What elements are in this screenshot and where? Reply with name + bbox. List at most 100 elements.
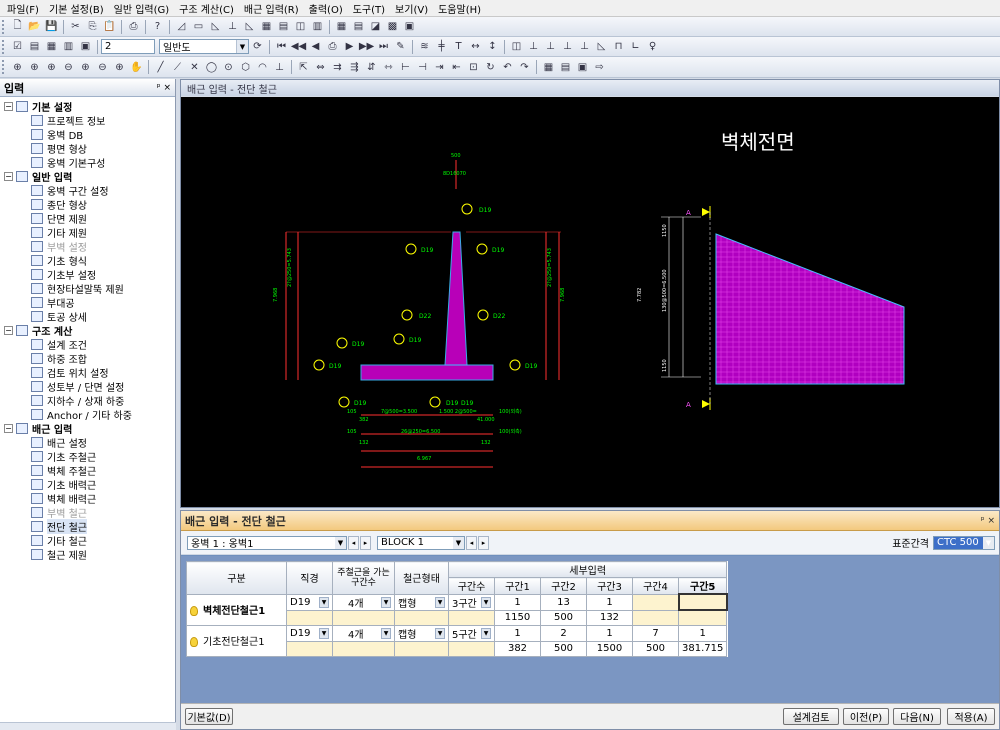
tree-category[interactable]: − 구조 계산 <box>0 323 175 338</box>
row-name-cell[interactable]: 기초전단철근1 <box>186 624 287 657</box>
menu-help[interactable]: 도움말(H) <box>433 1 486 16</box>
first-page-icon[interactable]: ⏮ <box>274 39 289 54</box>
export-icon[interactable]: ◪ <box>368 19 383 34</box>
menu-general-input[interactable]: 일반 입력(G) <box>109 1 175 16</box>
footing-dist-icon[interactable]: ⊥ <box>577 39 592 54</box>
cell-input[interactable]: 1150 <box>494 609 541 626</box>
wall-dist-icon[interactable]: ⊥ <box>560 39 575 54</box>
refresh-icon[interactable]: ⟳ <box>250 39 265 54</box>
cell-input[interactable]: 13 <box>540 593 587 611</box>
result-icon[interactable]: ▥ <box>310 19 325 34</box>
tree-item[interactable]: 부대공 <box>0 295 175 310</box>
cell-input[interactable]: 2 <box>540 624 587 642</box>
cell-input[interactable]: 1 <box>586 593 633 611</box>
list-view-icon[interactable]: ▤ <box>558 60 573 75</box>
rebar-spec-icon[interactable]: ♀ <box>645 39 660 54</box>
next-button[interactable]: 다음(N) <box>893 708 941 725</box>
tree-item[interactable]: 부벽 철근 <box>0 505 175 520</box>
tree-item[interactable]: 기초 배력근 <box>0 477 175 492</box>
undo-icon[interactable]: ↶ <box>500 60 515 75</box>
other-rebar-icon[interactable]: ∟ <box>628 39 643 54</box>
tree-item[interactable]: 기타 철근 <box>0 533 175 548</box>
tree-item[interactable]: 하중 조합 <box>0 351 175 366</box>
copy-icon[interactable]: ⎘ <box>85 19 100 34</box>
prev-wall-button[interactable]: ◂ <box>348 535 359 550</box>
zoom-out-icon[interactable]: ⊖ <box>61 60 76 75</box>
save-icon[interactable]: 💾 <box>44 19 59 34</box>
default-button[interactable]: 기본값(D) <box>185 708 233 725</box>
block-select[interactable]: BLOCK 1 ▼ <box>377 535 465 550</box>
move-icon[interactable]: ⇔ <box>313 60 328 75</box>
drawing-style-combo[interactable]: 일반도 ▼ <box>159 39 249 54</box>
cell-input[interactable] <box>632 593 679 611</box>
select-icon[interactable]: ⇱ <box>296 60 311 75</box>
spacing-select[interactable]: CTC 500 ▼ <box>933 535 995 550</box>
grid-icon[interactable]: ╪ <box>434 39 449 54</box>
print-icon[interactable]: ⎙ <box>126 19 141 34</box>
drawing-c-icon[interactable]: ▣ <box>78 39 93 54</box>
cell-input[interactable]: 500 <box>632 640 679 657</box>
menu-basic-settings[interactable]: 기본 설정(B) <box>44 1 109 16</box>
document-icon[interactable]: ▣ <box>402 19 417 34</box>
drawing-canvas[interactable]: 벽체전면 500 8D16070 7.968 2?@250=5.743 2?@2… <box>181 97 999 507</box>
tree-item[interactable]: 벽체 배력근 <box>0 491 175 506</box>
prev-button[interactable]: 이전(P) <box>843 708 889 725</box>
circle-icon[interactable]: ◯ <box>204 60 219 75</box>
design-check-button[interactable]: 설계검토 <box>783 708 839 725</box>
cell-input[interactable]: 1 <box>494 593 541 611</box>
tree-item[interactable]: 벽체 주철근 <box>0 463 175 478</box>
help-icon[interactable]: ? <box>150 19 165 34</box>
open-folder-icon[interactable]: 📂 <box>27 19 42 34</box>
tree-item[interactable]: 옹벽 기본구성 <box>0 155 175 170</box>
layer-icon[interactable]: ▤ <box>27 39 42 54</box>
tree-item[interactable]: 설계 조건 <box>0 337 175 352</box>
next-icon[interactable]: ▶ <box>342 39 357 54</box>
wall-rebar-icon[interactable]: ⊥ <box>526 39 541 54</box>
zoom-realtime-icon[interactable]: ⊕ <box>112 60 127 75</box>
array-icon[interactable]: ⇵ <box>364 60 379 75</box>
print-preview-icon[interactable]: ⎙ <box>325 39 340 54</box>
layer-number-combo[interactable]: 2 <box>101 39 155 54</box>
tree-item[interactable]: 프로젝트 정보 <box>0 113 175 128</box>
cell-input[interactable]: 1500 <box>586 640 633 657</box>
tree-item[interactable]: 평면 형상 <box>0 141 175 156</box>
stretch-icon[interactable]: ⇤ <box>449 60 464 75</box>
polyline-icon[interactable]: ⟋ <box>170 60 185 75</box>
cell-input[interactable]: 1 <box>586 624 633 642</box>
menu-output[interactable]: 출력(O) <box>304 1 348 16</box>
pin-close-icon[interactable]: ᵖ × <box>157 83 171 93</box>
trim-icon[interactable]: ⊢ <box>398 60 413 75</box>
dia-select[interactable]: D19 ▼ <box>286 624 333 642</box>
dimension-b-icon[interactable]: ↕ <box>485 39 500 54</box>
zoom-in-icon[interactable]: ⊕ <box>44 60 59 75</box>
cell-input[interactable]: 1 <box>494 624 541 642</box>
tree-item[interactable]: 기초부 설정 <box>0 267 175 282</box>
dia-select[interactable]: D19 ▼ <box>286 593 333 611</box>
tree-category[interactable]: − 기본 설정 <box>0 99 175 114</box>
rotate-icon[interactable]: ↻ <box>483 60 498 75</box>
wall-select[interactable]: 옹벽 1 : 옹벽1 ▼ <box>187 535 347 550</box>
next-block-button[interactable]: ▸ <box>478 535 489 550</box>
extend-icon[interactable]: ⊣ <box>415 60 430 75</box>
sections-select[interactable]: 3구간 ▼ <box>448 593 495 611</box>
tree-category[interactable]: − 일반 입력 <box>0 169 175 184</box>
wall-section-icon[interactable]: ◿ <box>174 19 189 34</box>
pan-hand-icon[interactable]: ✋ <box>129 60 144 75</box>
load-icon[interactable]: ◫ <box>293 19 308 34</box>
wall-front-icon[interactable]: ◫ <box>509 39 524 54</box>
align-icon[interactable]: ⇶ <box>347 60 362 75</box>
tree-item[interactable]: 철근 제원 <box>0 547 175 562</box>
footing-rebar-icon[interactable]: ⊥ <box>543 39 558 54</box>
cross-icon[interactable]: ✕ <box>187 60 202 75</box>
tree-item[interactable]: 배근 설정 <box>0 435 175 450</box>
point-icon[interactable]: ⊙ <box>221 60 236 75</box>
tree-item[interactable]: 옹벽 DB <box>0 127 175 142</box>
tree-item[interactable]: 기초 형식 <box>0 253 175 268</box>
scale-icon[interactable]: ⊡ <box>466 60 481 75</box>
brush-icon[interactable]: ✎ <box>393 39 408 54</box>
cell-input[interactable]: 1 <box>677 624 728 642</box>
count-select[interactable]: 4개 ▼ <box>332 593 395 611</box>
copy-object-icon[interactable]: ⇉ <box>330 60 345 75</box>
new-file-icon[interactable]: 🗋 <box>10 19 25 34</box>
mirror-icon[interactable]: ⇿ <box>381 60 396 75</box>
